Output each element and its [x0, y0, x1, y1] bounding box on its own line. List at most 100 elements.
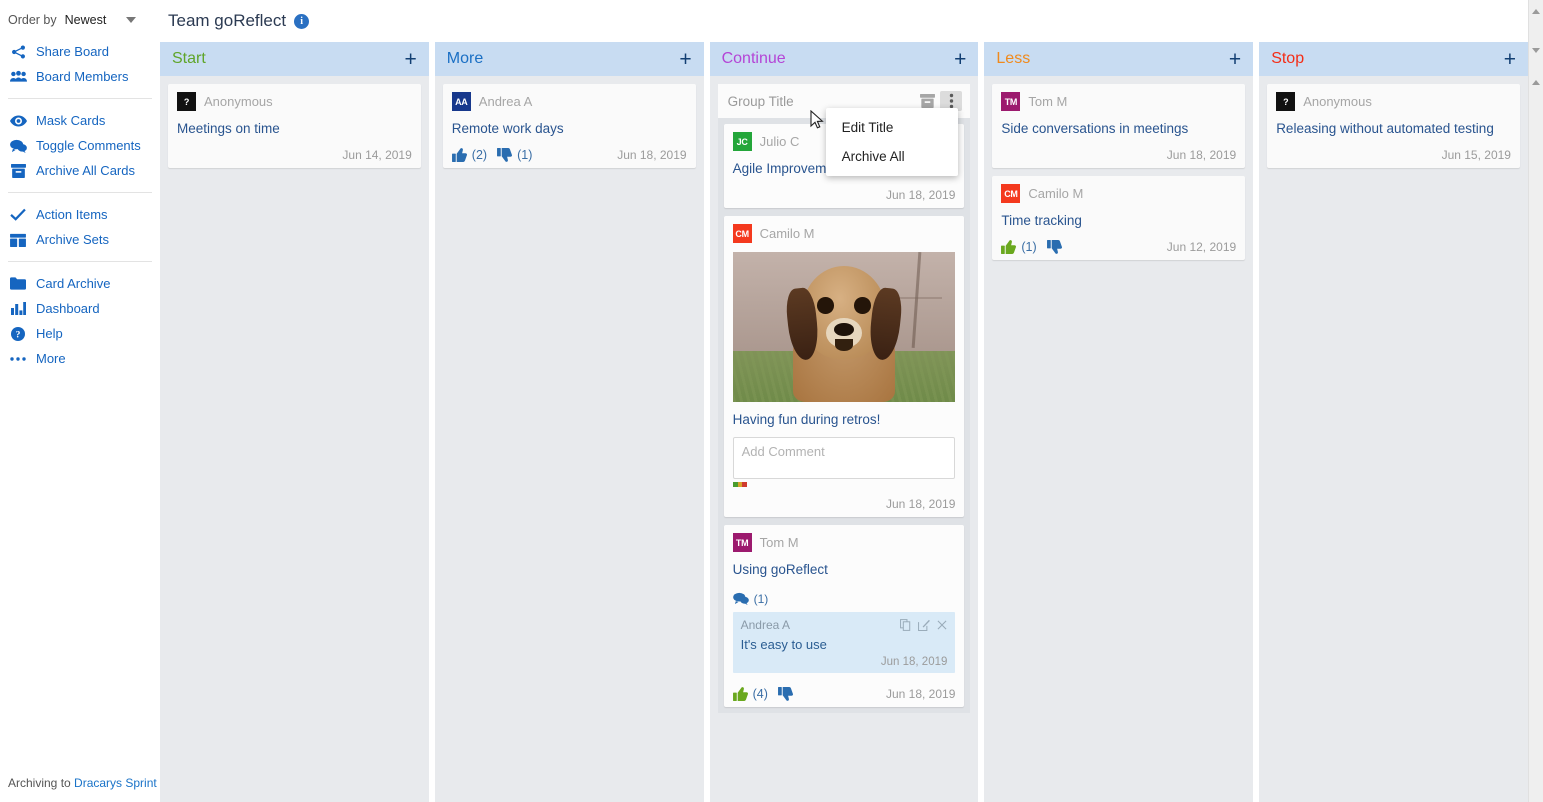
scroll-up-icon[interactable] — [1532, 9, 1540, 14]
thumbs-up-count: (2) — [471, 148, 488, 163]
card-group: Group Title Edit Title Archive All JC Ju… — [717, 84, 971, 713]
share-icon — [8, 45, 28, 59]
column-title: Continue — [721, 50, 786, 67]
card-author: Anonymous — [1303, 94, 1372, 109]
archive-box-icon — [8, 163, 28, 178]
sidebar-item-archive-all-cards[interactable]: Archive All Cards — [0, 158, 160, 183]
column-title: Less — [996, 50, 1031, 67]
folder-icon — [8, 277, 28, 290]
board-column-more: More + AA Andrea A Remote work days (2) … — [434, 42, 704, 802]
sidebar-group-share: Share Board Board Members — [0, 37, 160, 91]
sidebar-item-help[interactable]: ? Help — [0, 321, 160, 346]
thumbs-up-button[interactable]: (2) — [451, 148, 488, 163]
group-header: Group Title Edit Title Archive All — [717, 84, 971, 176]
sidebar-item-label: Help — [36, 326, 63, 341]
comment: Andrea A It's easy to use Jun 18, 2019 — [732, 611, 956, 673]
card-footer: Jun 15, 2019 — [1276, 138, 1511, 162]
card[interactable]: TM Tom M Side conversations in meetings … — [992, 84, 1246, 169]
archiving-status: Archiving to Dracarys Sprint — [8, 776, 157, 790]
archiving-sprint-link[interactable]: Dracarys Sprint — [74, 776, 157, 790]
card-date: Jun 18, 2019 — [617, 148, 687, 163]
column-header: Start + — [160, 42, 429, 76]
sidebar-item-board-members[interactable]: Board Members — [0, 64, 160, 89]
card-date: Jun 18, 2019 — [1166, 148, 1237, 163]
sidebar-item-card-archive[interactable]: Card Archive — [0, 271, 160, 296]
scroll-down-icon[interactable] — [1532, 48, 1540, 53]
sidebar-item-toggle-comments[interactable]: Toggle Comments — [0, 133, 160, 158]
card[interactable]: ? Anonymous Meetings on time Jun 14, 201… — [168, 84, 421, 169]
card-footer: (4) Jun 18, 2019 — [732, 677, 956, 701]
vote-group: (4) — [732, 686, 798, 701]
page-title: Team goReflect — [168, 11, 287, 30]
add-card-button[interactable]: + — [403, 49, 419, 70]
thumbs-down-button[interactable] — [1046, 240, 1067, 255]
thumbs-up-count: (4) — [752, 686, 768, 701]
vertical-scrollbar[interactable] — [1528, 0, 1543, 802]
vote-group: (2) (1) — [451, 148, 532, 163]
thumbs-up-icon — [1001, 240, 1017, 255]
card-date: Jun 12, 2019 — [1166, 240, 1237, 255]
add-card-button[interactable]: + — [952, 49, 968, 70]
column-header: More + — [434, 42, 704, 76]
sidebar-item-label: Toggle Comments — [36, 138, 141, 153]
comments-icon — [8, 139, 28, 153]
question-circle-icon: ? — [8, 326, 28, 341]
card-header: CM Camilo M — [1001, 184, 1236, 204]
card-text: Meetings on time — [177, 121, 280, 136]
sidebar-item-more[interactable]: More — [0, 346, 160, 371]
bar-chart-icon — [8, 302, 28, 315]
order-by-label: Order by — [8, 13, 57, 27]
add-comment-input[interactable] — [732, 437, 956, 480]
sidebar-item-action-items[interactable]: Action Items — [0, 202, 160, 227]
card-author: Camilo M — [1028, 186, 1084, 202]
card-author: Tom M — [1028, 94, 1068, 109]
board-column-continue: Continue + Group Title Edit Title Archiv… — [709, 42, 979, 802]
scroll-up-icon-secondary[interactable] — [1532, 80, 1540, 85]
card[interactable]: CM Camilo M Having fun during retros! Ad… — [723, 216, 965, 518]
sidebar-item-dashboard[interactable]: Dashboard — [0, 296, 160, 321]
comment-count[interactable]: (1) — [732, 592, 956, 606]
comment-date: Jun 18, 2019 — [880, 655, 948, 668]
order-by-select[interactable]: Newest — [65, 13, 137, 27]
card-text: Remote work days — [451, 121, 564, 136]
card[interactable]: AA Andrea A Remote work days (2) (1) Jun… — [442, 84, 696, 169]
people-icon — [8, 70, 28, 83]
card[interactable]: ? Anonymous Releasing without automated … — [1267, 84, 1520, 169]
thumbs-up-icon — [451, 148, 467, 163]
sidebar-item-label: Dashboard — [36, 301, 100, 316]
avatar: TM — [732, 533, 752, 553]
close-icon[interactable] — [937, 620, 947, 630]
avatar: ? — [177, 92, 196, 111]
thumbs-down-icon — [497, 148, 513, 163]
add-card-button[interactable]: + — [677, 49, 693, 70]
thumbs-up-count: (1) — [1021, 240, 1037, 255]
card-image-dog-photo — [732, 252, 956, 403]
sidebar-item-share-board[interactable]: Share Board — [0, 39, 160, 64]
sidebar-item-archive-sets[interactable]: Archive Sets — [0, 227, 160, 252]
thumbs-up-button[interactable]: (1) — [1001, 240, 1037, 255]
board-main: Team goReflect i Start + ? Anonymous Mee… — [160, 0, 1528, 802]
column-title: Stop — [1271, 50, 1305, 67]
edit-icon[interactable] — [918, 619, 931, 631]
card-date: Jun 18, 2019 — [885, 686, 956, 701]
group-title[interactable]: Group Title — [728, 94, 794, 109]
card[interactable]: CM Camilo M Time tracking (1) Jun 12, 20… — [992, 176, 1246, 261]
card[interactable]: TM Tom M Using goReflect (1) Andrea A It… — [723, 525, 965, 707]
add-card-button[interactable]: + — [1227, 49, 1243, 70]
card-header: TM Tom M — [1001, 92, 1236, 111]
menu-item-edit-title[interactable]: Edit Title — [826, 113, 958, 142]
retro-board-app: Order by Newest Share Board Board Member… — [0, 0, 1543, 802]
group-context-menu: Edit Title Archive All — [825, 108, 958, 176]
menu-item-archive-all[interactable]: Archive All — [826, 142, 958, 171]
thumbs-up-button[interactable]: (4) — [732, 686, 768, 701]
sidebar-item-mask-cards[interactable]: Mask Cards — [0, 108, 160, 133]
card-author: Anonymous — [204, 94, 273, 109]
scrollbar-track[interactable] — [1529, 0, 1543, 802]
info-icon[interactable]: i — [294, 13, 310, 29]
add-card-button[interactable]: + — [1502, 49, 1518, 70]
avatar: ? — [1276, 92, 1296, 111]
card-text: Releasing without automated testing — [1276, 121, 1494, 136]
copy-icon[interactable] — [900, 618, 911, 631]
thumbs-down-button[interactable]: (1) — [497, 148, 532, 162]
thumbs-down-button[interactable] — [777, 686, 798, 701]
